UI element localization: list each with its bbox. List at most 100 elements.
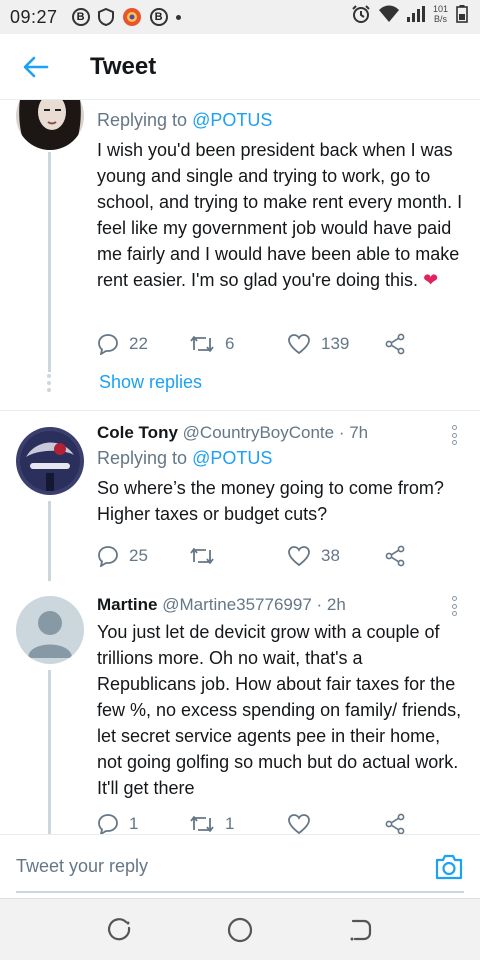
back-nav-icon [350,919,372,940]
battery-icon [456,5,468,23]
heart-icon [288,546,310,567]
dot-icon [175,14,181,20]
tweet-actions: 1 1 [97,810,427,834]
like-button[interactable]: 38 [287,542,340,570]
retweet-icon [190,336,214,352]
avatar[interactable] [16,100,84,150]
reply-icon [98,334,118,355]
share-icon [385,545,405,567]
signal-icon [406,6,425,22]
thread-dots [47,374,51,392]
camera-icon [435,854,463,880]
b-circle-icon: B [71,8,90,26]
network-speed: 101 B/s [433,4,448,24]
author-handle[interactable]: @CountryBoyConte [183,423,334,442]
tweet-item[interactable]: Cole Tony @CountryBoyConte · 7h Replying… [0,411,480,581]
like-count: 38 [321,546,340,565]
retweet-button[interactable]: 1 [189,810,234,834]
retweet-icon [190,548,214,564]
replying-to: Replying to @POTUS [97,445,464,471]
reply-count: 22 [129,334,148,353]
back-button[interactable] [0,34,72,100]
replying-to-label: Replying to [97,448,193,468]
show-replies-link[interactable]: Show replies [99,372,202,393]
more-options-button[interactable] [448,596,460,616]
net-speed-value: 101 [432,4,448,14]
notification-app-icon [122,7,142,27]
mention-link[interactable]: @POTUS [192,448,272,468]
tweet-content: Cole Tony @CountryBoyConte · 7h Replying… [97,421,464,527]
tweet-item[interactable]: Martine @Martine35776997 · 2h You just l… [0,581,480,834]
system-nav-bar [0,898,480,960]
camera-button[interactable] [434,853,464,881]
reply-count: 25 [129,546,148,565]
retweet-button[interactable] [189,542,225,570]
reply-icon [98,814,118,834]
tweet-item[interactable]: Replying to @POTUS I wish you'd been pre… [0,100,480,410]
share-button[interactable] [384,810,406,834]
status-bar: 09:27 B B 101 B/s [0,0,480,34]
mention-link[interactable]: @POTUS [192,110,272,130]
thread-line [48,152,51,372]
app-header: Tweet [0,34,480,100]
tweet-content: Replying to @POTUS I wish you'd been pre… [97,107,464,293]
alarm-icon [351,4,371,24]
status-time: 09:27 [10,6,58,27]
home-circle-icon [227,917,253,942]
tweet-text: You just let de devicit grow with a coup… [97,622,462,798]
more-options-button[interactable] [448,425,460,445]
reply-count: 1 [129,814,139,833]
home-button[interactable] [223,913,257,947]
author-row: Cole Tony @CountryBoyConte · 7h [97,421,464,445]
share-icon [385,333,405,355]
tweet-text-body: I wish you'd been president back when I … [97,140,463,290]
reply-input[interactable] [16,851,416,881]
avatar[interactable] [16,596,84,664]
retweet-button[interactable]: 6 [189,330,234,358]
author-row: Martine @Martine35776997 · 2h [97,593,464,617]
reply-button[interactable]: 22 [97,330,148,358]
tweet-time: · 7h [334,423,369,442]
tweet-actions: 25 38 [97,542,427,570]
replying-to-label: Replying to [97,110,193,130]
tweet-text: I wish you'd been president back when I … [97,137,464,293]
wifi-icon [378,5,399,23]
page-title: Tweet [90,52,157,80]
author-handle[interactable]: @Martine35776997 [162,595,312,614]
tweet-feed[interactable]: Replying to @POTUS I wish you'd been pre… [0,100,480,834]
heart-icon [288,814,310,834]
avatar[interactable] [16,427,84,495]
like-count: 139 [321,334,350,353]
tweet-actions: 22 6 139 [97,330,427,358]
replying-to: Replying to @POTUS [97,107,464,133]
like-button[interactable]: 139 [287,330,349,358]
like-button[interactable] [287,810,321,834]
thread-line [48,670,51,834]
heart-emoji: ❤ [423,270,439,290]
author-name[interactable]: Cole Tony [97,423,178,442]
share-icon [385,813,405,834]
b-circle-icon: B [149,8,168,26]
reply-icon [98,546,118,567]
reply-button[interactable]: 25 [97,542,148,570]
retweet-count: 1 [225,814,235,833]
thread-line [48,501,51,581]
reply-button[interactable]: 1 [97,810,138,834]
retweet-count: 6 [225,334,235,353]
reply-composer [0,834,480,898]
reply-underline [16,891,464,893]
tweet-content: Martine @Martine35776997 · 2h You just l… [97,593,464,801]
net-speed-unit: B/s [433,14,447,24]
back-nav-button[interactable] [343,913,377,947]
tweet-time: · 2h [311,595,346,614]
share-button[interactable] [384,542,406,570]
shield-icon [97,8,114,26]
arrow-left-icon [23,56,49,77]
heart-icon [288,334,310,355]
share-button[interactable] [384,330,406,358]
tweet-text: So where’s the money going to come from?… [97,478,444,524]
recent-apps-button[interactable] [103,913,137,947]
author-name[interactable]: Martine [97,595,157,614]
retweet-icon [190,816,214,832]
recent-apps-icon [107,917,131,940]
